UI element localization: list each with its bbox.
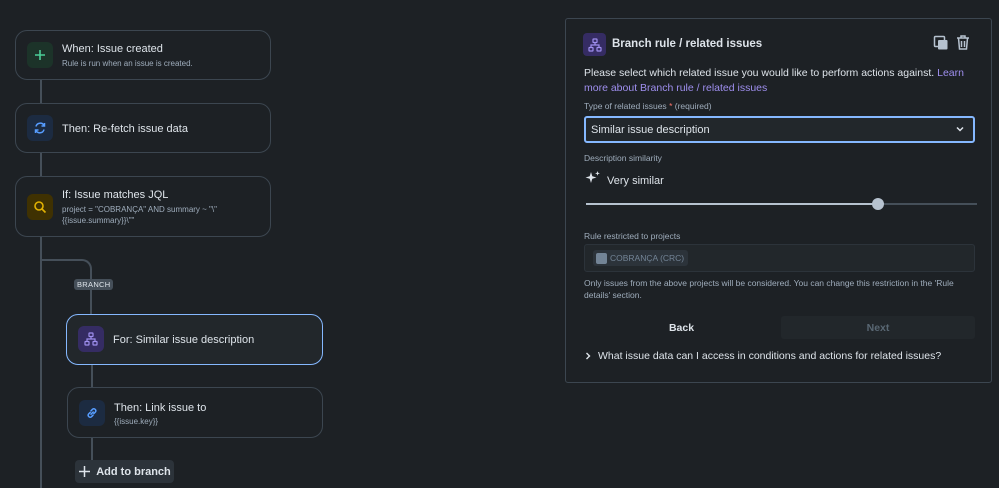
search-icon (27, 194, 53, 220)
project-tag: COBRANÇA (CRC) (593, 250, 689, 266)
add-to-branch-button[interactable]: Add to branch (75, 460, 174, 483)
panel-title: Branch rule / related issues (612, 38, 763, 50)
action-node-refetch[interactable]: Then: Re-fetch issue data (15, 103, 271, 153)
related-issue-type-select[interactable]: Similar issue description (584, 116, 975, 143)
branch-tag: BRANCH (74, 279, 114, 290)
node-title: For: Similar issue description (113, 334, 255, 346)
similarity-label: Description similarity (584, 153, 662, 163)
type-field-label: Type of related issues * (required) (584, 101, 712, 111)
faq-expander[interactable]: What issue data can I access in conditio… (584, 350, 941, 362)
similarity-slider[interactable] (586, 198, 977, 210)
intro-sentence: Please select which related issue you wo… (584, 67, 935, 79)
panel-branch-icon (583, 33, 606, 56)
branch-config-panel: Branch rule / related issues Please sele… (565, 18, 992, 383)
add-to-branch-label: Add to branch (96, 465, 171, 478)
connector-line (91, 364, 93, 388)
projects-label: Rule restricted to projects (584, 231, 681, 241)
select-value: Similar issue description (591, 123, 710, 136)
node-title: When: Issue created (62, 43, 163, 55)
plus-icon (27, 42, 53, 68)
trigger-node[interactable]: When: Issue created Rule is run when an … (15, 30, 271, 80)
trash-icon[interactable] (955, 34, 971, 51)
node-title: Then: Re-fetch issue data (62, 123, 188, 135)
back-button[interactable]: Back (584, 316, 779, 339)
node-subtitle: Rule is run when an issue is created. (62, 59, 193, 68)
branch-node-similar-issues[interactable]: For: Similar issue description (66, 314, 323, 365)
chevron-down-icon (955, 124, 965, 137)
node-subtitle: project = "COBRANÇA" AND summary ~ "\"{{… (62, 205, 217, 225)
node-title: If: Issue matches JQL (62, 189, 169, 201)
duplicate-icon[interactable] (933, 35, 949, 51)
similarity-value: Very similar (607, 175, 664, 187)
project-tag-label: COBRANÇA (CRC) (610, 253, 685, 263)
plus-icon (79, 466, 91, 477)
next-button[interactable]: Next (781, 316, 975, 339)
intro-text: Please select which related issue you wo… (584, 66, 979, 95)
slider-fill (586, 203, 878, 205)
refresh-icon (27, 115, 53, 141)
condition-node-jql[interactable]: If: Issue matches JQL project = "COBRANÇ… (15, 176, 271, 237)
type-label-text: Type of related issues (584, 101, 667, 111)
connector-line (40, 152, 42, 177)
project-avatar-icon (596, 252, 607, 264)
faq-text: What issue data can I access in conditio… (598, 350, 942, 362)
sparkle-icon (584, 170, 602, 188)
required-marker: * (669, 101, 673, 111)
node-title: Then: Link issue to (114, 402, 207, 414)
branch-icon (78, 326, 104, 352)
projects-help-text: Only issues from the above projects will… (584, 278, 954, 300)
required-text: (required) (674, 101, 712, 111)
connector-line (40, 79, 42, 104)
projects-field: COBRANÇA (CRC) (584, 244, 975, 272)
action-node-link-issue[interactable]: Then: Link issue to {{issue.key}} (67, 387, 323, 438)
slider-thumb[interactable] (871, 198, 884, 210)
node-subtitle: {{issue.key}} (114, 417, 159, 426)
connector-line (91, 437, 93, 460)
link-icon (79, 400, 105, 426)
chevron-right-icon (586, 352, 591, 360)
